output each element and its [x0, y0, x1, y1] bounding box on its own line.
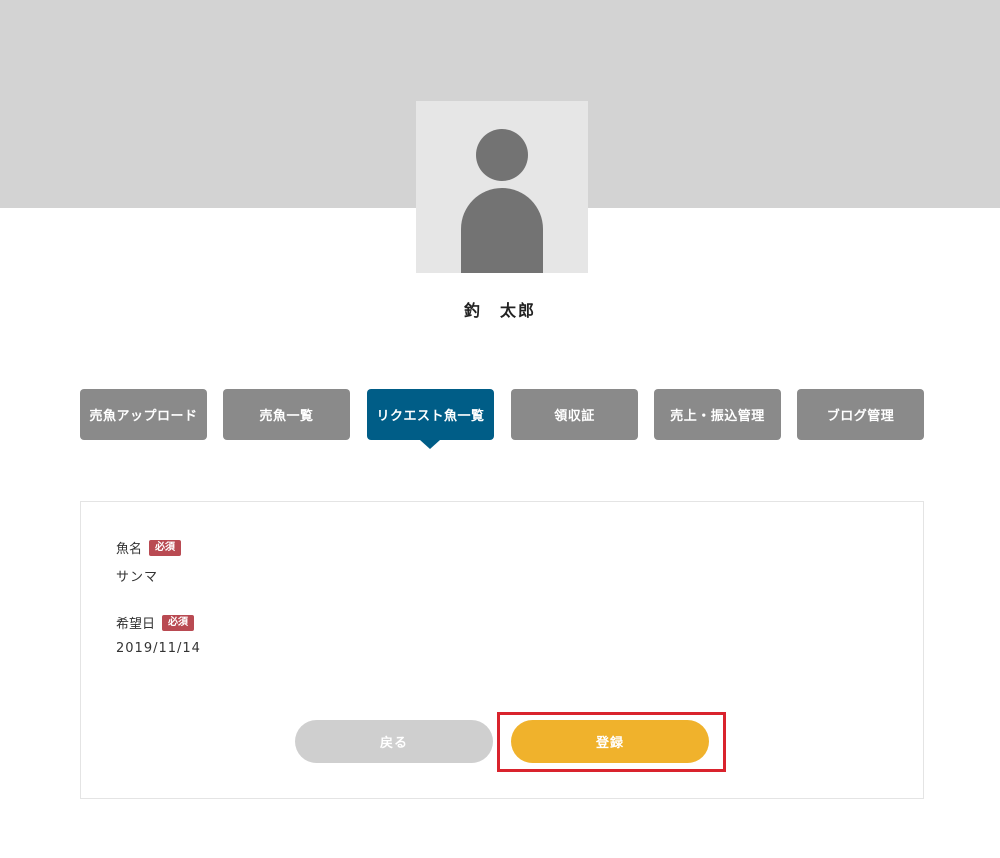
profile-avatar — [416, 101, 588, 273]
user-name: 釣 太郎 — [463, 301, 536, 320]
desired-date-value: 2019/11/14 — [116, 641, 201, 656]
desired-date-label: 希望日 必須 — [116, 613, 195, 632]
tab-request-fish-list[interactable]: リクエスト魚一覧 — [367, 389, 494, 440]
tab-blog-management[interactable]: ブログ管理 — [797, 389, 924, 440]
tab-sales-transfer[interactable]: 売上・振込管理 — [654, 389, 781, 440]
register-highlight-frame — [497, 712, 726, 772]
back-button[interactable]: 戻る — [295, 720, 493, 763]
fish-name-label: 魚名 必須 — [116, 538, 182, 557]
fish-name-label-text: 魚名 — [116, 542, 143, 557]
user-silhouette-icon-head — [476, 129, 528, 181]
tab-receipt[interactable]: 領収証 — [511, 389, 638, 440]
tab-fish-upload[interactable]: 売魚アップロード — [80, 389, 207, 440]
tab-fish-list[interactable]: 売魚一覧 — [223, 389, 350, 440]
required-badge: 必須 — [149, 539, 182, 556]
desired-date-label-text: 希望日 — [116, 617, 156, 632]
fish-name-value: サンマ — [116, 570, 159, 585]
user-silhouette-icon-body — [461, 188, 543, 273]
active-tab-pointer — [420, 440, 440, 449]
required-badge: 必須 — [162, 614, 195, 631]
